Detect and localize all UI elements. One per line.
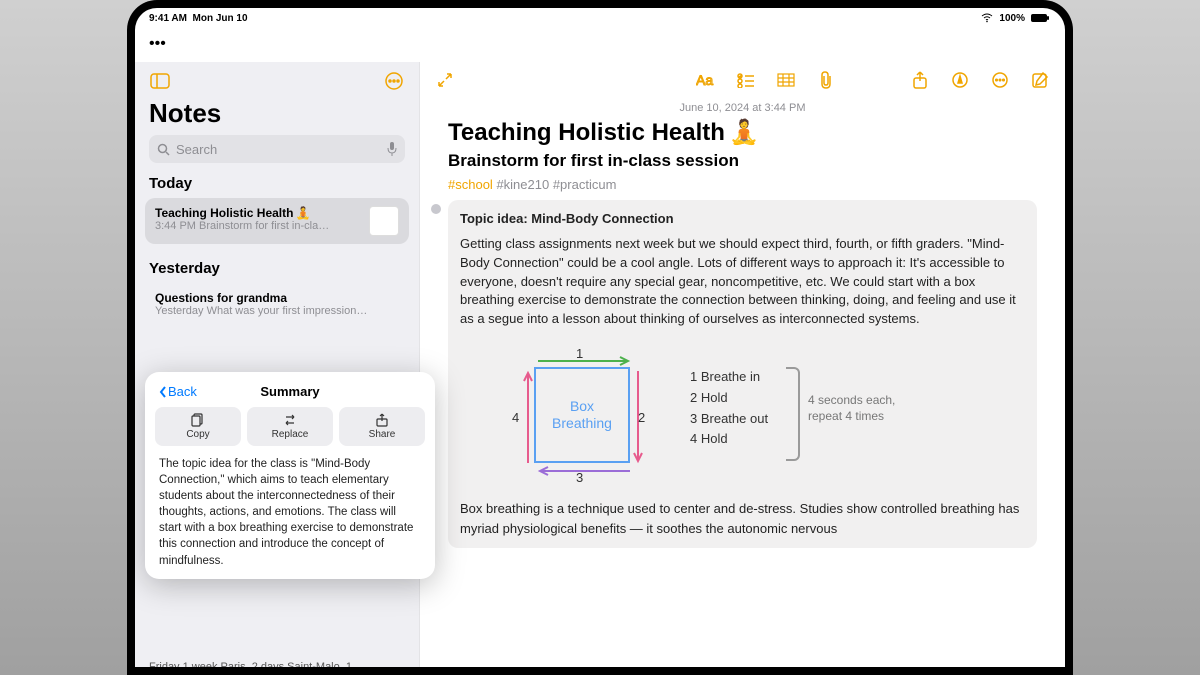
note-subtitle: Yesterday What was your first impression… [155,305,399,317]
bracket-icon [786,367,800,461]
attachment-icon[interactable] [815,69,837,91]
sketch-label: 2 [638,409,645,428]
copy-label: Copy [186,429,209,440]
note-subtitle: 3:44 PM Brainstorm for first in-cla… [155,220,361,232]
sketch-annotation: 4 seconds each, repeat 4 times [808,393,895,424]
sidebar: Notes Search Today Teaching Holistic Hea… [135,62,420,667]
more-icon[interactable] [989,69,1011,91]
emoji-icon: 🧘 [295,206,310,220]
share-label: Share [369,429,396,440]
share-button[interactable]: Share [339,407,425,446]
note-heading[interactable]: Teaching Holistic Health🧘 [448,118,1037,147]
note-list-item[interactable]: Questions for grandma Yesterday What was… [145,283,409,325]
search-icon [157,143,170,156]
app-title: Notes [135,96,419,135]
battery-level: 100% [999,13,1025,24]
note-thumbnail [369,206,399,236]
text-format-icon[interactable]: Aa [695,69,717,91]
replace-button[interactable]: Replace [247,407,333,446]
emoji-icon: 🧘 [729,118,759,147]
table-icon[interactable] [775,69,797,91]
multitask-dots-icon[interactable]: ••• [135,26,1065,62]
sketch-box: Box Breathing [534,367,630,463]
sketch-label: 4 [512,409,519,428]
checklist-icon[interactable] [735,69,757,91]
share-icon[interactable] [909,69,931,91]
selection-handle[interactable] [431,204,441,214]
note-tags[interactable]: #school #kine210 #practicum [448,177,1037,192]
paragraph: Box breathing is a technique used to cen… [460,499,1025,538]
expand-icon[interactable] [434,69,456,91]
summary-text: The topic idea for the class is "Mind-Bo… [155,456,425,569]
copy-button[interactable]: Copy [155,407,241,446]
search-placeholder: Search [176,142,217,157]
note-date: June 10, 2024 at 3:44 PM [420,102,1065,114]
markup-icon[interactable] [949,69,971,91]
back-label: Back [168,384,197,399]
note-list-item[interactable]: Friday 1 week Paris, 2 days Saint-Malo, … [149,661,405,667]
block-body: Getting class assignments next week but … [460,236,1016,326]
sketch-label: 1 [576,345,583,364]
section-today: Today [135,171,419,196]
mic-icon[interactable] [387,142,397,156]
replace-icon [283,413,297,427]
sketch-steps: 1 Breathe in 2 Hold 3 Breathe out 4 Hold [690,367,768,450]
copy-icon [191,413,205,427]
sidebar-toggle-icon[interactable] [149,70,171,92]
search-input[interactable]: Search [149,135,405,163]
sketch-area[interactable]: Box Breathing 1 2 3 4 1 Breathe in 2 Hol… [460,341,1025,491]
wifi-icon [981,13,993,23]
more-options-icon[interactable] [383,70,405,92]
status-date: Mon Jun 10 [193,13,248,24]
chevron-left-icon [159,386,167,398]
share-icon [375,413,389,427]
compose-icon[interactable] [1029,69,1051,91]
note-editor: Aa June 10, 2024 at 3:44 PM Teaching Hol… [420,62,1065,667]
note-block[interactable]: Topic idea: Mind-Body Connection Getting… [448,200,1037,548]
replace-label: Replace [272,429,309,440]
section-yesterday: Yesterday [135,256,419,281]
note-title: Teaching Holistic Health [155,206,293,220]
note-title: Questions for grandma [155,291,287,305]
battery-icon [1031,13,1051,23]
svg-text:Aa: Aa [696,72,713,88]
editor-toolbar: Aa [420,62,1065,98]
summary-popover: Back Summary Copy Replace Share The topi… [145,372,435,579]
status-bar: 9:41 AM Mon Jun 10 100% [135,8,1065,26]
popover-title: Summary [260,384,319,399]
note-list-item[interactable]: Teaching Holistic Health🧘 3:44 PM Brains… [145,198,409,244]
status-time: 9:41 AM [149,13,187,24]
block-title: Topic idea: Mind-Body Connection [460,210,1025,229]
note-subheading[interactable]: Brainstorm for first in-class session [448,151,1037,171]
sketch-label: 3 [576,469,583,488]
back-button[interactable]: Back [159,384,197,399]
